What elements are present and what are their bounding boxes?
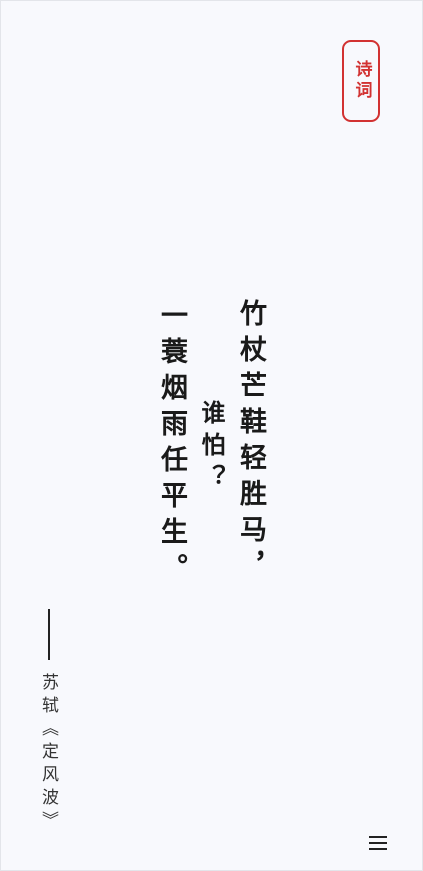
menu-bar: [369, 848, 387, 850]
menu-bar: [369, 842, 387, 844]
poem-line-2: 谁怕？: [197, 400, 225, 496]
poetry-badge[interactable]: 诗词: [342, 40, 380, 122]
hamburger-menu-icon[interactable]: [369, 835, 387, 851]
poem-line-1: 竹杖芒鞋轻胜马，: [235, 299, 266, 587]
menu-bar: [369, 836, 387, 838]
poem-line-3: 一蓑烟雨任平生。: [156, 301, 187, 589]
poem-attribution: 苏轼《定风波》: [38, 673, 58, 834]
attribution-divider: [48, 609, 50, 660]
page-frame: 诗词 竹杖芒鞋轻胜马， 谁怕？ 一蓑烟雨任平生。 苏轼《定风波》: [0, 0, 423, 871]
